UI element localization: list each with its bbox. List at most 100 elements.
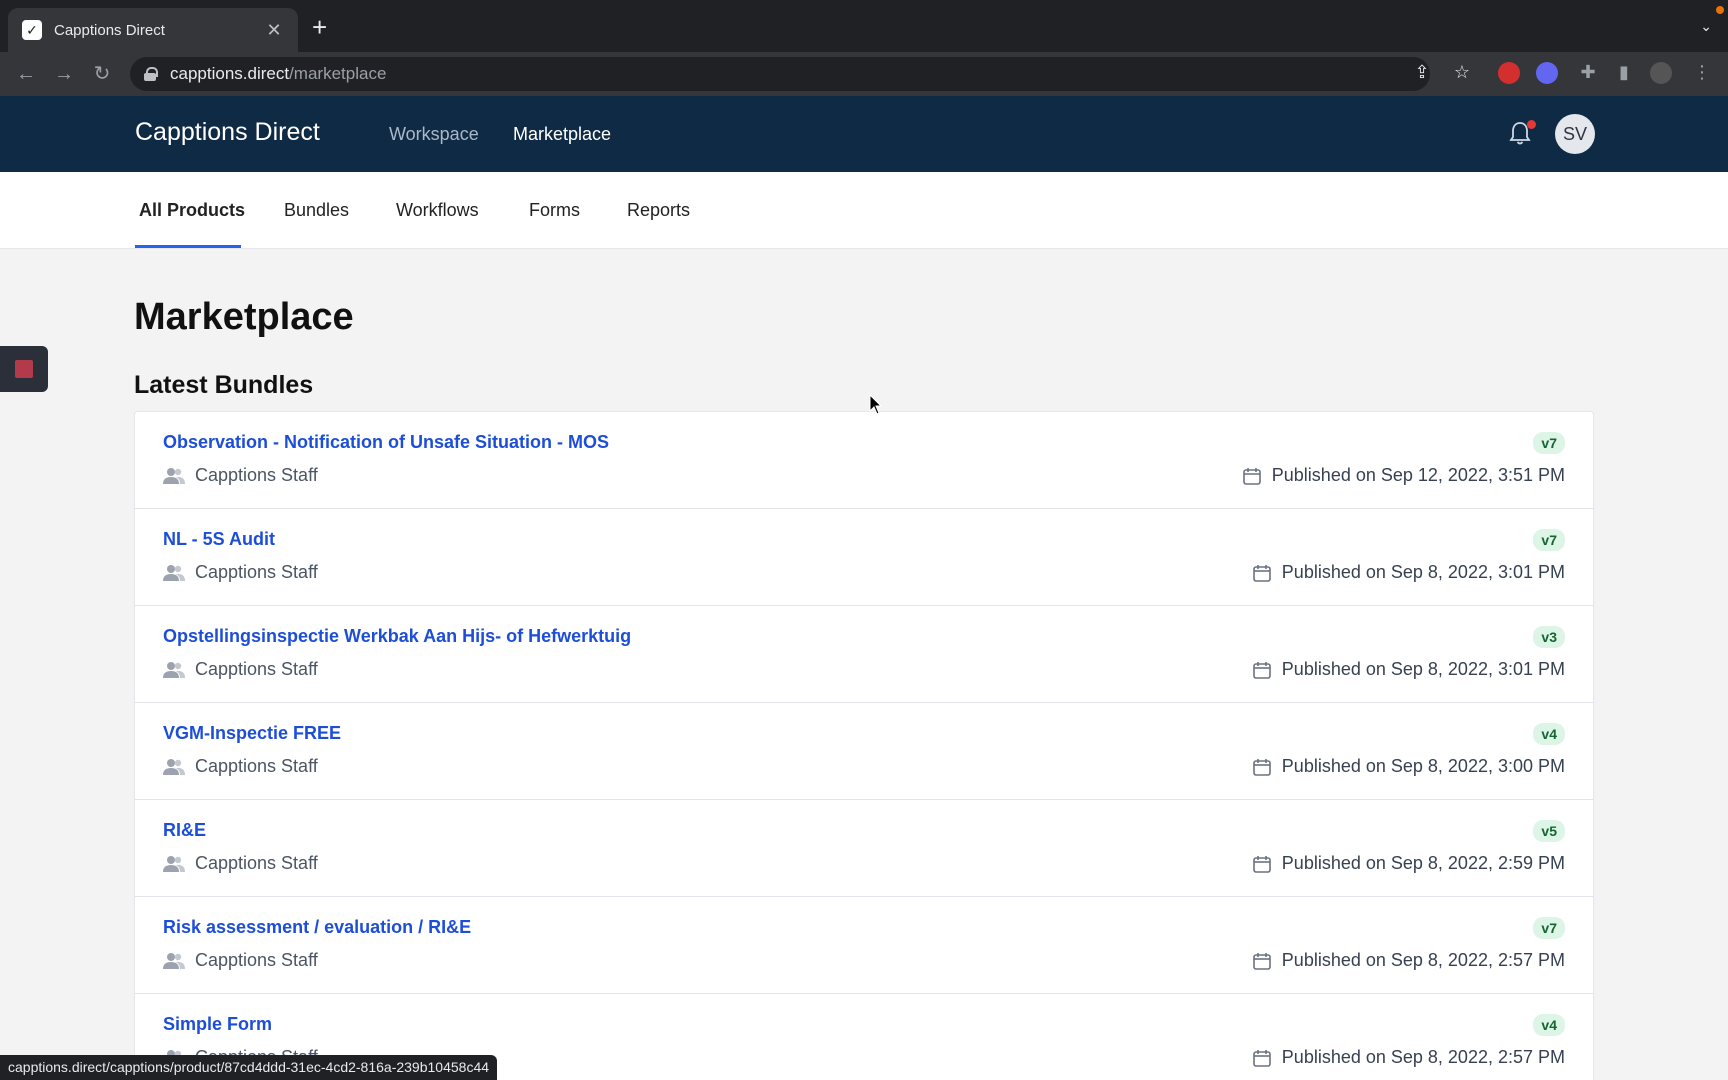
notification-dot	[1527, 120, 1536, 129]
bundle-title-link[interactable]: Observation - Notification of Unsafe Sit…	[163, 432, 609, 453]
bundle-title-link[interactable]: Risk assessment / evaluation / RI&E	[163, 917, 471, 938]
calendar-icon	[1252, 1049, 1271, 1067]
bundle-title-link[interactable]: Opstellingsinspectie Werkbak Aan Hijs- o…	[163, 626, 631, 647]
published-date: Published on Sep 8, 2022, 2:59 PM	[1281, 853, 1565, 873]
bundle-row[interactable]: RI&E Capptions Staff v5 Published on Sep 8,…	[135, 800, 1593, 897]
bundle-published: Published on Sep 8, 2022, 2:57 PM	[1252, 950, 1565, 971]
bundle-owner: Capptions Staff	[163, 950, 318, 971]
bookmark-star-icon[interactable]: ☆	[1450, 62, 1474, 83]
bundle-owner: Capptions Staff	[163, 562, 318, 583]
calendar-icon	[1252, 855, 1271, 873]
published-date: Published on Sep 8, 2022, 3:00 PM	[1281, 756, 1565, 776]
url-host: capptions.direct	[170, 64, 290, 83]
people-icon	[163, 952, 185, 969]
published-date: Published on Sep 12, 2022, 3:51 PM	[1271, 465, 1565, 485]
bundle-title-link[interactable]: NL - 5S Audit	[163, 529, 275, 550]
link-status-bar: capptions.direct/capptions/product/87cd4…	[0, 1055, 498, 1080]
side-panel-icon[interactable]: ▮	[1612, 62, 1636, 83]
url-path: /marketplace	[289, 64, 387, 83]
bundle-published: Published on Sep 8, 2022, 3:00 PM	[1252, 756, 1565, 777]
tab-forms[interactable]: Forms	[529, 200, 580, 221]
profile-avatar[interactable]	[1650, 62, 1672, 84]
product-tabs: All Products Bundles Workflows Forms Rep…	[0, 172, 1728, 249]
version-badge: v5	[1533, 820, 1565, 842]
app-header: Capptions Direct Workspace Marketplace S…	[0, 96, 1728, 172]
close-icon[interactable]: ✕	[264, 20, 284, 41]
tab-all-products[interactable]: All Products	[139, 200, 245, 221]
favicon-icon: ✓	[22, 20, 42, 40]
calendar-icon	[1252, 758, 1271, 776]
bundle-row[interactable]: Opstellingsinspectie Werkbak Aan Hijs- o…	[135, 606, 1593, 703]
forward-arrow-icon[interactable]: →	[50, 60, 78, 88]
version-badge: v7	[1533, 432, 1565, 454]
tab-reports[interactable]: Reports	[627, 200, 690, 221]
tab-workflows[interactable]: Workflows	[396, 200, 479, 221]
share-icon[interactable]: ⇪	[1410, 62, 1434, 83]
owner-label: Capptions Staff	[195, 756, 318, 776]
bundle-published: Published on Sep 12, 2022, 3:51 PM	[1242, 465, 1565, 486]
bundle-published: Published on Sep 8, 2022, 3:01 PM	[1252, 659, 1565, 680]
published-date: Published on Sep 8, 2022, 2:57 PM	[1281, 1047, 1565, 1067]
calendar-icon	[1242, 467, 1261, 485]
browser-tab[interactable]: ✓ Capptions Direct ✕	[8, 8, 298, 52]
brand-logo-text[interactable]: Capptions Direct	[135, 118, 320, 147]
owner-label: Capptions Staff	[195, 853, 318, 873]
nav-marketplace[interactable]: Marketplace	[513, 124, 611, 145]
owner-label: Capptions Staff	[195, 562, 318, 582]
version-badge: v3	[1533, 626, 1565, 648]
user-avatar[interactable]: SV	[1555, 114, 1595, 154]
people-icon	[163, 758, 185, 775]
page-title: Marketplace	[134, 296, 354, 338]
owner-label: Capptions Staff	[195, 950, 318, 970]
calendar-icon	[1252, 661, 1271, 679]
bundle-published: Published on Sep 8, 2022, 2:59 PM	[1252, 853, 1565, 874]
calendar-icon	[1252, 564, 1271, 582]
tab-title: Capptions Direct	[54, 21, 165, 39]
chevron-down-icon[interactable]: ⌄	[1700, 18, 1712, 35]
recording-dot	[1716, 6, 1724, 14]
browser-tab-bar: ✓ Capptions Direct ✕ + ⌄	[0, 0, 1728, 52]
new-tab-button[interactable]: +	[312, 14, 327, 40]
stop-icon	[15, 360, 33, 378]
published-date: Published on Sep 8, 2022, 2:57 PM	[1281, 950, 1565, 970]
bundle-list: Observation - Notification of Unsafe Sit…	[134, 411, 1594, 1080]
bundle-owner: Capptions Staff	[163, 659, 318, 680]
active-tab-indicator	[135, 245, 241, 248]
browser-toolbar: ← → ↻ capptions.direct/marketplace ⇪ ☆ ✚…	[0, 52, 1728, 96]
reload-icon[interactable]: ↻	[88, 60, 116, 88]
version-badge: v4	[1533, 723, 1565, 745]
bundle-row[interactable]: Observation - Notification of Unsafe Sit…	[135, 412, 1593, 509]
people-icon	[163, 564, 185, 581]
bundle-title-link[interactable]: VGM-Inspectie FREE	[163, 723, 341, 744]
published-date: Published on Sep 8, 2022, 3:01 PM	[1281, 659, 1565, 679]
tab-bundles[interactable]: Bundles	[284, 200, 349, 221]
bundle-row[interactable]: NL - 5S Audit Capptions Staff v7 Published …	[135, 509, 1593, 606]
bundle-published: Published on Sep 8, 2022, 2:57 PM	[1252, 1047, 1565, 1068]
lock-icon	[144, 67, 158, 81]
bundle-owner: Capptions Staff	[163, 756, 318, 777]
nav-workspace[interactable]: Workspace	[389, 124, 479, 145]
kebab-menu-icon[interactable]: ⋮	[1690, 62, 1714, 83]
bundle-row[interactable]: VGM-Inspectie FREE Capptions Staff v4 Publi…	[135, 703, 1593, 800]
bundle-row[interactable]: Risk assessment / evaluation / RI&E Cappt…	[135, 897, 1593, 994]
version-badge: v4	[1533, 1014, 1565, 1036]
version-badge: v7	[1533, 917, 1565, 939]
owner-label: Capptions Staff	[195, 659, 318, 679]
bundle-owner: Capptions Staff	[163, 465, 318, 486]
bundle-title-link[interactable]: RI&E	[163, 820, 206, 841]
section-title: Latest Bundles	[134, 371, 314, 399]
extension-red-icon[interactable]	[1498, 62, 1520, 84]
bundle-title-link[interactable]: Simple Form	[163, 1014, 272, 1035]
calendar-icon	[1252, 952, 1271, 970]
bundle-owner: Capptions Staff	[163, 853, 318, 874]
people-icon	[163, 661, 185, 678]
extension-purple-icon[interactable]	[1536, 62, 1558, 84]
back-arrow-icon[interactable]: ←	[12, 60, 40, 88]
stop-recording-button[interactable]	[0, 346, 48, 392]
mouse-cursor-icon	[869, 394, 883, 415]
puzzle-icon[interactable]: ✚	[1576, 62, 1600, 83]
published-date: Published on Sep 8, 2022, 3:01 PM	[1281, 562, 1565, 582]
address-bar[interactable]: capptions.direct/marketplace ⇪	[130, 57, 1430, 91]
version-badge: v7	[1533, 529, 1565, 551]
people-icon	[163, 467, 185, 484]
